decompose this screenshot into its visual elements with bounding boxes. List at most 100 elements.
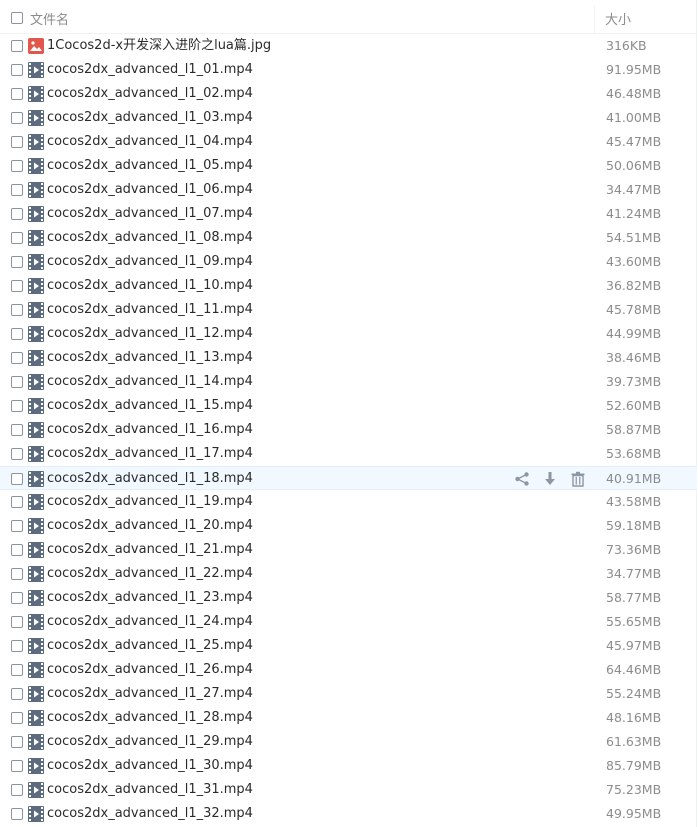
- row-checkbox[interactable]: [11, 136, 23, 148]
- row-checkbox[interactable]: [11, 592, 23, 604]
- file-name[interactable]: cocos2dx_advanced_l1_29.mp4: [47, 730, 253, 754]
- file-name[interactable]: cocos2dx_advanced_l1_11.mp4: [47, 298, 253, 322]
- row-checkbox[interactable]: [11, 328, 23, 340]
- file-row[interactable]: cocos2dx_advanced_l1_19.mp4 43.58MB: [0, 490, 697, 514]
- row-checkbox[interactable]: [11, 304, 23, 316]
- file-name[interactable]: cocos2dx_advanced_l1_23.mp4: [47, 586, 253, 610]
- row-checkbox[interactable]: [11, 616, 23, 628]
- row-checkbox[interactable]: [11, 160, 23, 172]
- column-header-size[interactable]: 大小: [594, 6, 694, 33]
- file-row[interactable]: cocos2dx_advanced_l1_20.mp4 59.18MB: [0, 514, 697, 538]
- file-row[interactable]: cocos2dx_advanced_l1_30.mp4 85.79MB: [0, 754, 697, 778]
- file-name[interactable]: cocos2dx_advanced_l1_03.mp4: [47, 106, 253, 130]
- row-checkbox[interactable]: [11, 256, 23, 268]
- row-checkbox[interactable]: [11, 280, 23, 292]
- row-checkbox[interactable]: [11, 520, 23, 532]
- file-name[interactable]: cocos2dx_advanced_l1_14.mp4: [47, 370, 253, 394]
- file-row[interactable]: cocos2dx_advanced_l1_04.mp4 45.47MB: [0, 130, 697, 154]
- column-header-name[interactable]: 文件名: [30, 0, 69, 33]
- file-name[interactable]: cocos2dx_advanced_l1_10.mp4: [47, 274, 253, 298]
- file-name[interactable]: cocos2dx_advanced_l1_31.mp4: [47, 778, 253, 802]
- file-name[interactable]: cocos2dx_advanced_l1_30.mp4: [47, 754, 253, 778]
- file-row[interactable]: cocos2dx_advanced_l1_15.mp4 52.60MB: [0, 394, 697, 418]
- file-row[interactable]: cocos2dx_advanced_l1_06.mp4 34.47MB: [0, 178, 697, 202]
- file-row[interactable]: cocos2dx_advanced_l1_08.mp4 54.51MB: [0, 226, 697, 250]
- file-row[interactable]: cocos2dx_advanced_l1_07.mp4 41.24MB: [0, 202, 697, 226]
- file-row[interactable]: cocos2dx_advanced_l1_14.mp4 39.73MB: [0, 370, 697, 394]
- file-name[interactable]: cocos2dx_advanced_l1_20.mp4: [47, 514, 253, 538]
- row-checkbox[interactable]: [11, 473, 23, 485]
- file-name[interactable]: cocos2dx_advanced_l1_15.mp4: [47, 394, 253, 418]
- row-checkbox[interactable]: [11, 808, 23, 820]
- file-row[interactable]: cocos2dx_advanced_l1_09.mp4 43.60MB: [0, 250, 697, 274]
- file-row[interactable]: cocos2dx_advanced_l1_24.mp4 55.65MB: [0, 610, 697, 634]
- share-icon[interactable]: [514, 471, 532, 487]
- file-name[interactable]: cocos2dx_advanced_l1_25.mp4: [47, 634, 253, 658]
- download-icon[interactable]: [542, 471, 560, 487]
- file-name[interactable]: cocos2dx_advanced_l1_21.mp4: [47, 538, 253, 562]
- file-row[interactable]: cocos2dx_advanced_l1_17.mp4 53.68MB: [0, 442, 697, 466]
- file-name[interactable]: cocos2dx_advanced_l1_09.mp4: [47, 250, 253, 274]
- file-name[interactable]: cocos2dx_advanced_l1_02.mp4: [47, 82, 253, 106]
- file-row[interactable]: cocos2dx_advanced_l1_18.mp4 40.91MB: [0, 466, 697, 490]
- row-checkbox[interactable]: [11, 544, 23, 556]
- file-row[interactable]: cocos2dx_advanced_l1_03.mp4 41.00MB: [0, 106, 697, 130]
- delete-icon[interactable]: [570, 471, 588, 487]
- row-checkbox[interactable]: [11, 40, 23, 52]
- file-row[interactable]: cocos2dx_advanced_l1_22.mp4 34.77MB: [0, 562, 697, 586]
- file-name[interactable]: cocos2dx_advanced_l1_12.mp4: [47, 322, 253, 346]
- file-name[interactable]: cocos2dx_advanced_l1_08.mp4: [47, 226, 253, 250]
- file-name[interactable]: cocos2dx_advanced_l1_01.mp4: [47, 58, 253, 82]
- file-row[interactable]: cocos2dx_advanced_l1_31.mp4 75.23MB: [0, 778, 697, 802]
- file-name[interactable]: cocos2dx_advanced_l1_13.mp4: [47, 346, 253, 370]
- row-checkbox[interactable]: [11, 712, 23, 724]
- row-checkbox[interactable]: [11, 208, 23, 220]
- row-checkbox[interactable]: [11, 352, 23, 364]
- file-name[interactable]: cocos2dx_advanced_l1_26.mp4: [47, 658, 253, 682]
- file-row[interactable]: cocos2dx_advanced_l1_25.mp4 45.97MB: [0, 634, 697, 658]
- file-row[interactable]: cocos2dx_advanced_l1_27.mp4 55.24MB: [0, 682, 697, 706]
- row-checkbox[interactable]: [11, 568, 23, 580]
- file-name[interactable]: cocos2dx_advanced_l1_04.mp4: [47, 130, 253, 154]
- row-checkbox[interactable]: [11, 784, 23, 796]
- file-row[interactable]: cocos2dx_advanced_l1_21.mp4 73.36MB: [0, 538, 697, 562]
- row-checkbox[interactable]: [11, 184, 23, 196]
- row-checkbox[interactable]: [11, 424, 23, 436]
- row-checkbox[interactable]: [11, 64, 23, 76]
- file-row[interactable]: cocos2dx_advanced_l1_13.mp4 38.46MB: [0, 346, 697, 370]
- file-row[interactable]: cocos2dx_advanced_l1_10.mp4 36.82MB: [0, 274, 697, 298]
- file-row[interactable]: cocos2dx_advanced_l1_29.mp4 61.63MB: [0, 730, 697, 754]
- file-row[interactable]: cocos2dx_advanced_l1_05.mp4 50.06MB: [0, 154, 697, 178]
- file-name[interactable]: cocos2dx_advanced_l1_18.mp4: [47, 467, 253, 491]
- row-checkbox[interactable]: [11, 688, 23, 700]
- file-name[interactable]: cocos2dx_advanced_l1_28.mp4: [47, 706, 253, 730]
- row-checkbox[interactable]: [11, 448, 23, 460]
- row-checkbox[interactable]: [11, 376, 23, 388]
- file-name[interactable]: cocos2dx_advanced_l1_22.mp4: [47, 562, 253, 586]
- file-name[interactable]: cocos2dx_advanced_l1_27.mp4: [47, 682, 253, 706]
- file-row[interactable]: cocos2dx_advanced_l1_12.mp4 44.99MB: [0, 322, 697, 346]
- file-row[interactable]: cocos2dx_advanced_l1_16.mp4 58.87MB: [0, 418, 697, 442]
- file-name[interactable]: cocos2dx_advanced_l1_16.mp4: [47, 418, 253, 442]
- file-name[interactable]: cocos2dx_advanced_l1_17.mp4: [47, 442, 253, 466]
- file-name[interactable]: cocos2dx_advanced_l1_32.mp4: [47, 802, 253, 826]
- file-name[interactable]: 1Cocos2d-x开发深入进阶之lua篇.jpg: [47, 34, 271, 58]
- file-row[interactable]: 1Cocos2d-x开发深入进阶之lua篇.jpg 316KB: [0, 34, 697, 58]
- file-name[interactable]: cocos2dx_advanced_l1_07.mp4: [47, 202, 253, 226]
- file-row[interactable]: cocos2dx_advanced_l1_11.mp4 45.78MB: [0, 298, 697, 322]
- file-name[interactable]: cocos2dx_advanced_l1_06.mp4: [47, 178, 253, 202]
- row-checkbox[interactable]: [11, 112, 23, 124]
- select-all-checkbox[interactable]: [11, 12, 23, 24]
- file-row[interactable]: cocos2dx_advanced_l1_32.mp4 49.95MB: [0, 802, 697, 826]
- file-name[interactable]: cocos2dx_advanced_l1_24.mp4: [47, 610, 253, 634]
- row-checkbox[interactable]: [11, 232, 23, 244]
- row-checkbox[interactable]: [11, 736, 23, 748]
- row-checkbox[interactable]: [11, 400, 23, 412]
- file-name[interactable]: cocos2dx_advanced_l1_05.mp4: [47, 154, 253, 178]
- file-row[interactable]: cocos2dx_advanced_l1_28.mp4 48.16MB: [0, 706, 697, 730]
- file-row[interactable]: cocos2dx_advanced_l1_01.mp4 91.95MB: [0, 58, 697, 82]
- row-checkbox[interactable]: [11, 640, 23, 652]
- row-checkbox[interactable]: [11, 496, 23, 508]
- row-checkbox[interactable]: [11, 88, 23, 100]
- file-name[interactable]: cocos2dx_advanced_l1_19.mp4: [47, 490, 253, 514]
